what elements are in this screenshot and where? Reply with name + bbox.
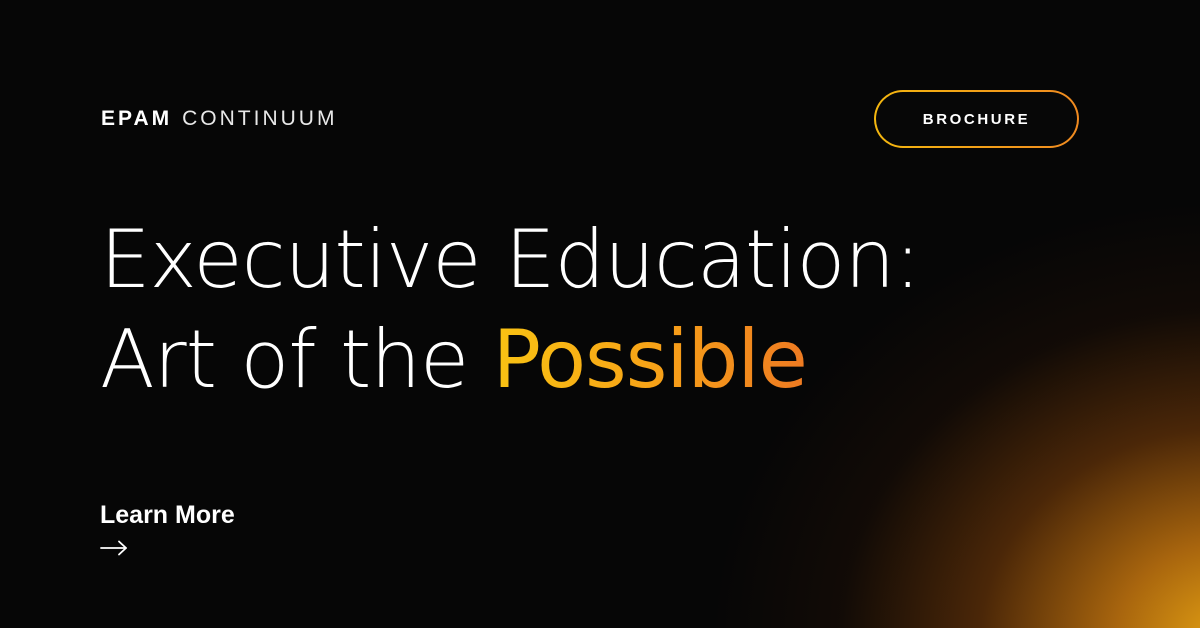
title-line-1: Executive Education: bbox=[100, 213, 921, 306]
banner: EPAM CONTINUUM BROCHURE Executive Educati… bbox=[0, 0, 1200, 628]
brochure-button-inner: BROCHURE bbox=[876, 92, 1077, 146]
title-line-2-prefix: Art of the bbox=[100, 313, 469, 406]
learn-more-link[interactable]: Learn More bbox=[100, 500, 235, 556]
brochure-button-label: BROCHURE bbox=[922, 110, 1031, 128]
title-line-2: Art of the Possible bbox=[100, 310, 920, 410]
title-highlight: Possible bbox=[492, 313, 808, 406]
brand-logo: EPAM CONTINUUM bbox=[101, 107, 337, 131]
brand-name-light: CONTINUUM bbox=[182, 107, 338, 130]
arrow-right-icon bbox=[100, 540, 127, 556]
page-title: Executive Education: Art of the Possible bbox=[100, 210, 921, 410]
brochure-button[interactable]: BROCHURE bbox=[874, 90, 1079, 148]
learn-more-label: Learn More bbox=[100, 501, 235, 529]
brand-name-strong: EPAM bbox=[101, 107, 173, 130]
